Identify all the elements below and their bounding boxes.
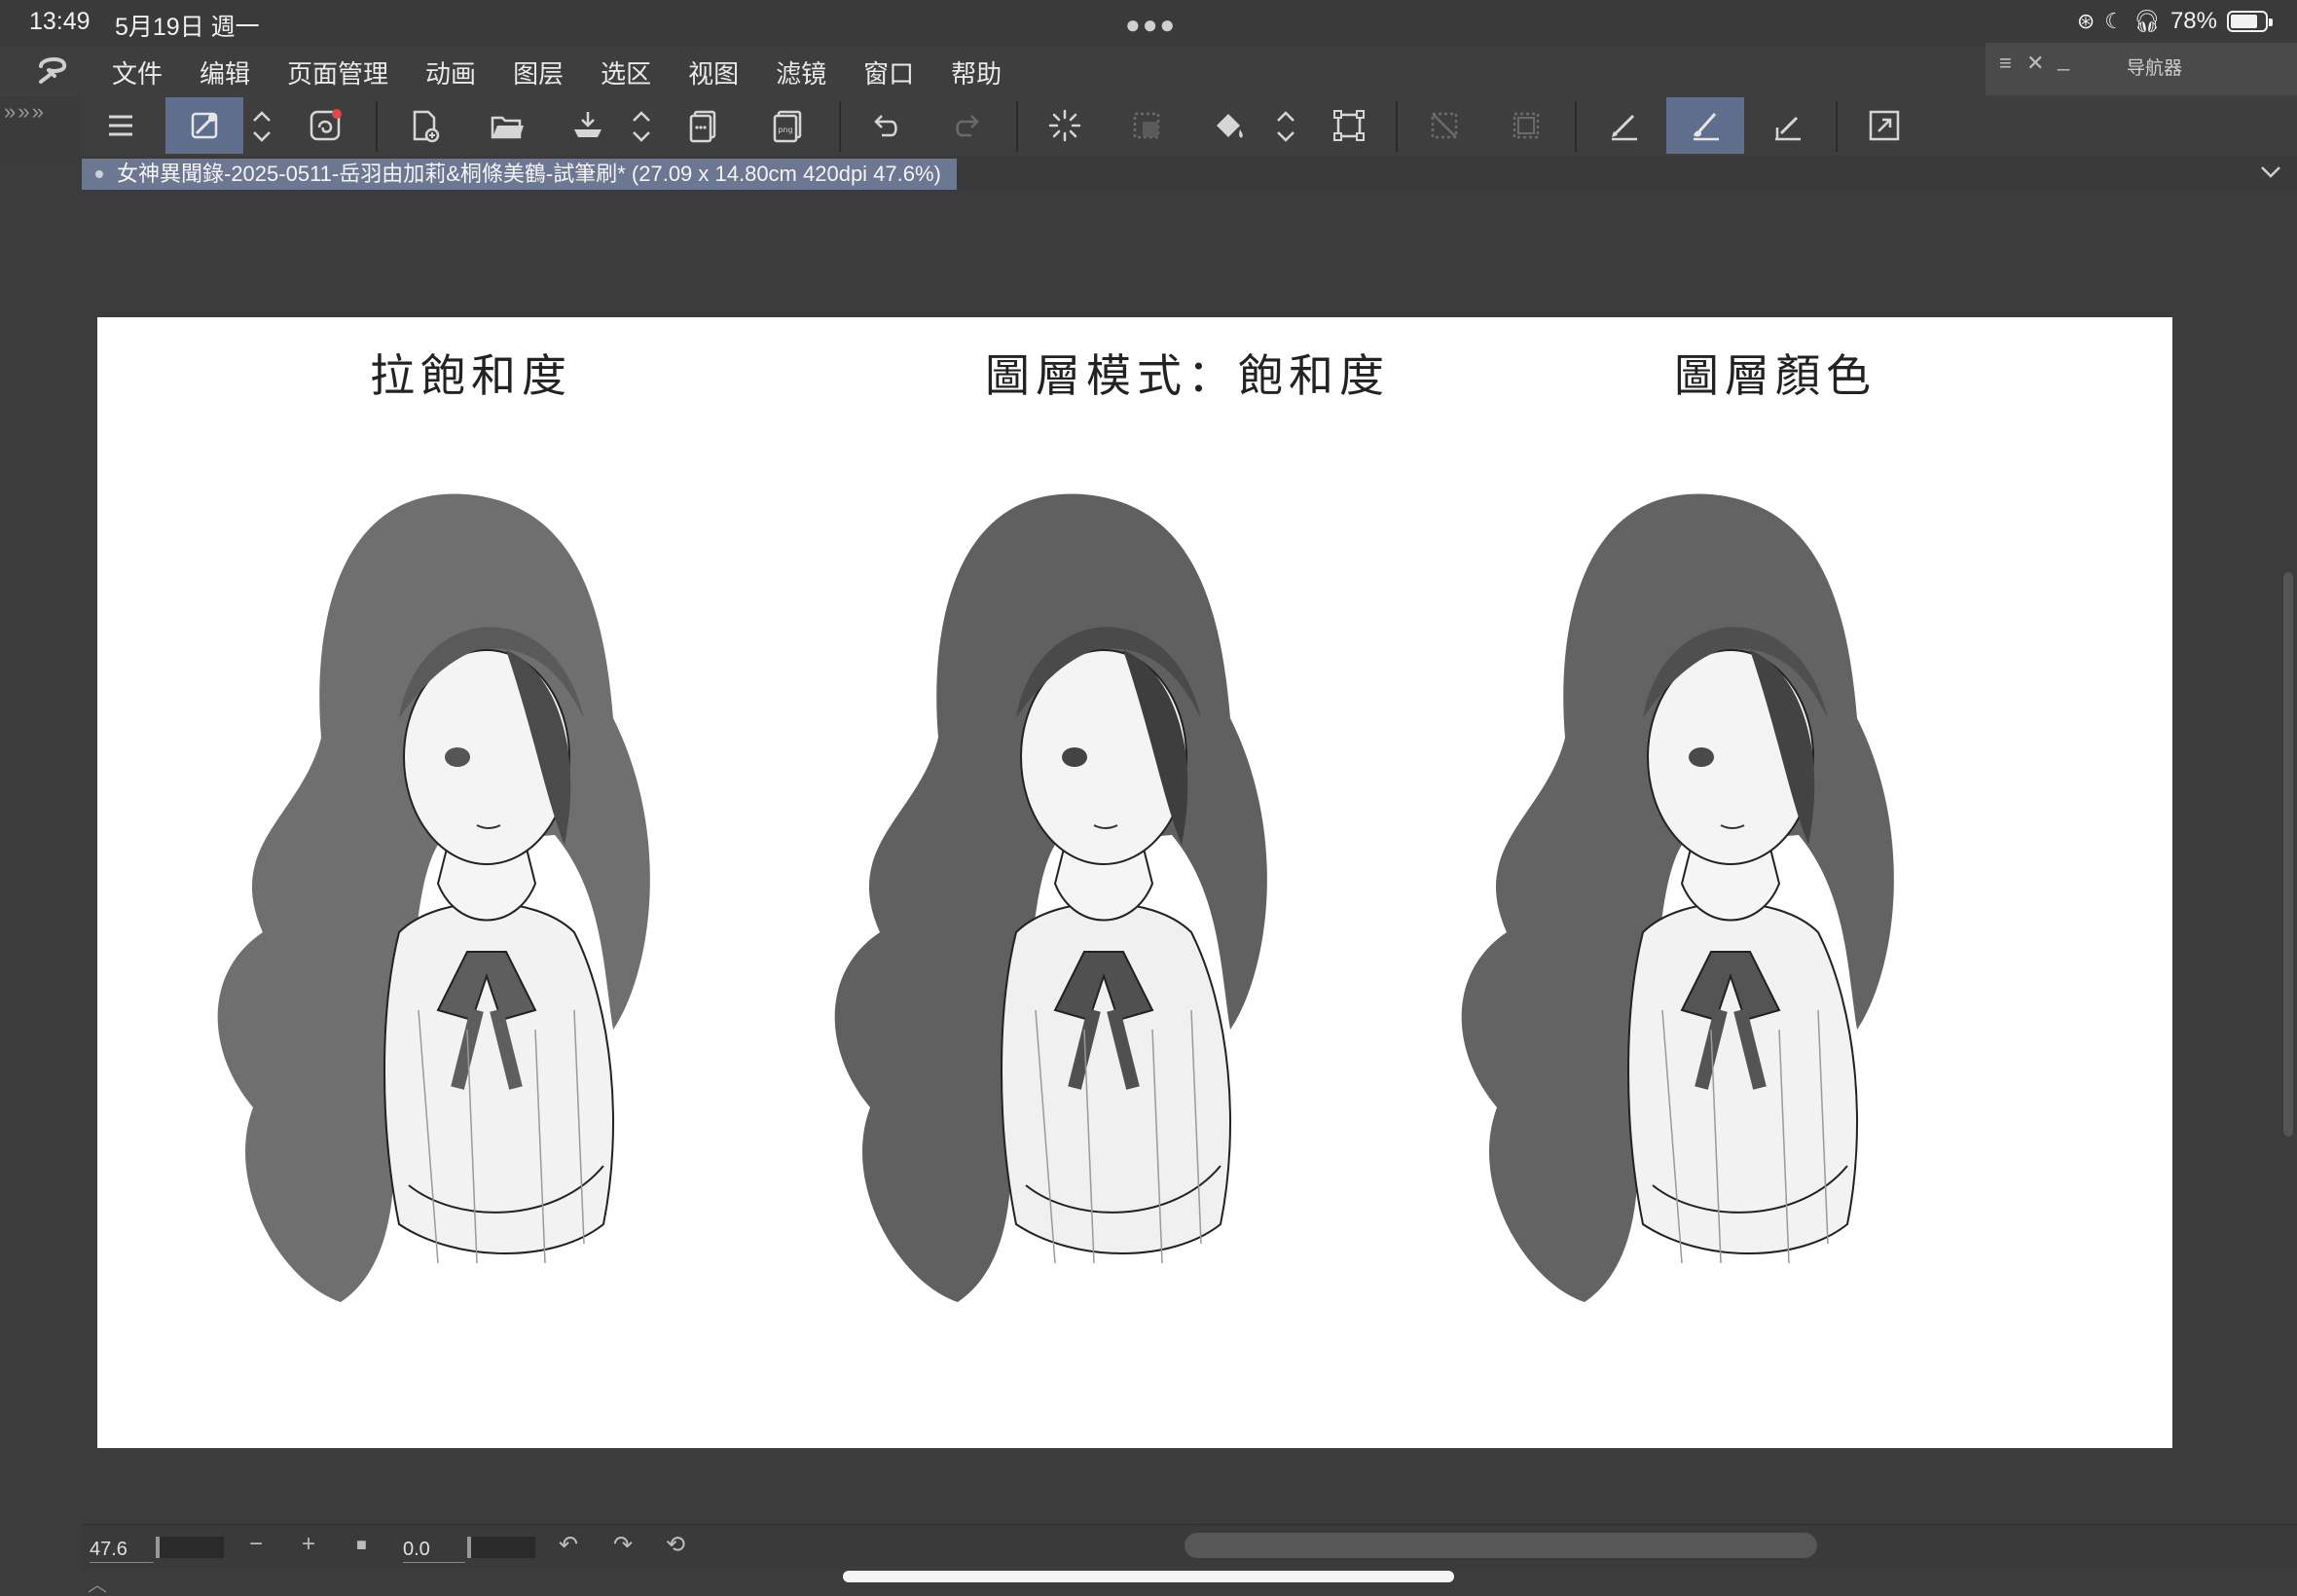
rotation-input[interactable]: 0.0 bbox=[403, 1533, 465, 1563]
save-options-icon[interactable] bbox=[627, 103, 656, 150]
command-bar: png bbox=[82, 95, 2297, 156]
horizontal-scrollbar[interactable] bbox=[1185, 1533, 1817, 1558]
fill-options-icon[interactable] bbox=[1271, 103, 1300, 150]
bottom-status-bar: 47.6 − + ■ 0.0 ↶ ↷ ⟲ bbox=[82, 1524, 2297, 1570]
unsaved-dot-icon bbox=[95, 170, 103, 178]
home-indicator[interactable] bbox=[843, 1571, 1454, 1582]
close-icon[interactable]: ✕ bbox=[2026, 51, 2044, 76]
transform-icon[interactable] bbox=[1310, 97, 1388, 154]
canvas-page[interactable]: 拉飽和度 圖層模式：飽和度 圖層顏色 bbox=[97, 317, 2172, 1448]
menu-item[interactable]: 文件 bbox=[112, 54, 178, 91]
menu-icon[interactable] bbox=[82, 97, 160, 154]
export-icon[interactable] bbox=[666, 97, 744, 154]
panel-menu-icon[interactable]: ≡ bbox=[1999, 51, 2012, 76]
zoom-input[interactable]: 47.6 bbox=[90, 1533, 154, 1563]
chevron-down-icon[interactable] bbox=[2256, 158, 2285, 187]
battery-percent: 78% bbox=[2169, 8, 2217, 34]
select-all-icon[interactable] bbox=[1487, 97, 1565, 154]
menu-item[interactable]: 帮助 bbox=[951, 54, 1017, 91]
fill-icon[interactable] bbox=[1189, 97, 1267, 154]
left-collapse-strip: » » » bbox=[0, 95, 82, 163]
illustration-1 bbox=[146, 426, 779, 1341]
menu-item[interactable]: 视图 bbox=[688, 54, 754, 91]
navigator-panel: ≡ ✕ _ 导航器 bbox=[1986, 43, 2297, 96]
status-time: 13:49 bbox=[29, 8, 91, 35]
menu-item[interactable]: 动画 bbox=[425, 54, 492, 91]
svg-text:png: png bbox=[778, 126, 792, 134]
minimize-icon[interactable]: _ bbox=[2058, 47, 2069, 72]
fit-button[interactable]: ■ bbox=[356, 1535, 367, 1555]
vertical-scrollbar[interactable] bbox=[2283, 572, 2293, 1137]
menu-item[interactable]: 窗口 bbox=[863, 54, 930, 91]
loading-icon[interactable] bbox=[1026, 97, 1104, 154]
companion-icon[interactable] bbox=[286, 97, 364, 154]
chevron-up-icon[interactable]: ︿ bbox=[88, 1569, 107, 1596]
canvas-area[interactable]: 拉飽和度 圖層模式：飽和度 圖層顏色 bbox=[82, 193, 2297, 1524]
new-file-icon[interactable] bbox=[385, 97, 463, 154]
menu-bar: 文件 编辑 页面管理 动画 图层 选区 视图 滤镜 窗口 帮助 bbox=[0, 47, 2297, 95]
rotation-slider[interactable] bbox=[467, 1537, 535, 1558]
caption-layer-color: 圖層顏色 bbox=[1674, 349, 1877, 402]
orientation-lock-icon: ⊛ bbox=[2076, 9, 2096, 33]
menu-item[interactable]: 页面管理 bbox=[287, 54, 404, 91]
ios-status-bar: 13:49 5月19日 週一 ●●● ⊛ ☾ 🎧︎ 78% bbox=[0, 0, 2297, 47]
expand-panels-icon[interactable]: » » » bbox=[4, 99, 44, 125]
multitasking-dots-icon[interactable]: ●●● bbox=[1125, 10, 1177, 40]
illustration-2 bbox=[763, 426, 1396, 1341]
rotate-left-button[interactable]: ↶ bbox=[559, 1531, 578, 1559]
navigator-title: 导航器 bbox=[2127, 58, 2183, 79]
menu-item[interactable]: 选区 bbox=[601, 54, 667, 91]
undo-icon[interactable] bbox=[847, 97, 925, 154]
redo-icon[interactable] bbox=[929, 97, 1006, 154]
pen-tool-icon[interactable] bbox=[1585, 97, 1662, 154]
deselect-icon[interactable] bbox=[1405, 97, 1483, 154]
menu-item[interactable]: 编辑 bbox=[200, 54, 266, 91]
document-tab-bar: 女神異聞錄-2025-0511-岳羽由加莉&桐條美鶴-試筆刷* (27.09 x… bbox=[82, 156, 2297, 193]
girl-illustration-image bbox=[217, 493, 650, 1302]
clip-studio-logo-icon[interactable] bbox=[35, 53, 70, 88]
caption-layer-mode-saturation: 圖層模式：飽和度 bbox=[985, 349, 1390, 402]
zoom-out-button[interactable]: − bbox=[249, 1531, 263, 1558]
menu-item[interactable]: 图层 bbox=[513, 54, 579, 91]
open-file-icon[interactable] bbox=[467, 97, 545, 154]
status-right: ⊛ ☾ 🎧︎ 78% bbox=[2076, 8, 2273, 35]
fullscreen-icon[interactable] bbox=[1845, 97, 1923, 154]
status-date: 5月19日 週一 bbox=[115, 14, 260, 41]
girl-illustration-image bbox=[1461, 493, 1894, 1302]
ruler-tool-icon[interactable] bbox=[1748, 97, 1826, 154]
crop-icon[interactable] bbox=[1108, 97, 1185, 154]
tool-switch-icon[interactable] bbox=[247, 103, 276, 150]
eyedropper-tool-icon[interactable] bbox=[165, 97, 243, 154]
girl-illustration-image bbox=[834, 493, 1267, 1302]
menu-item[interactable]: 滤镜 bbox=[776, 54, 842, 91]
document-tab-title: 女神異聞錄-2025-0511-岳羽由加莉&桐條美鶴-試筆刷* (27.09 x… bbox=[117, 162, 941, 186]
rotate-right-button[interactable]: ↷ bbox=[613, 1531, 633, 1559]
brush-tool-icon[interactable] bbox=[1666, 97, 1744, 154]
zoom-slider[interactable] bbox=[156, 1537, 224, 1558]
menu-items: 文件 编辑 页面管理 动画 图层 选区 视图 滤镜 窗口 帮助 bbox=[112, 54, 1039, 91]
reset-rotation-button[interactable]: ⟲ bbox=[666, 1531, 685, 1559]
caption-saturation-adjust: 拉飽和度 bbox=[370, 349, 572, 402]
battery-icon bbox=[2227, 11, 2273, 32]
focus-icon: ☾ bbox=[2104, 9, 2125, 33]
zoom-in-button[interactable]: + bbox=[302, 1531, 315, 1558]
clip-studio-window: 13:49 5月19日 週一 ●●● ⊛ ☾ 🎧︎ 78% 文件 编辑 页面管理 动画… bbox=[0, 0, 2297, 1596]
export-png-icon[interactable]: png bbox=[749, 97, 827, 154]
document-tab[interactable]: 女神異聞錄-2025-0511-岳羽由加莉&桐條美鶴-試筆刷* (27.09 x… bbox=[82, 159, 957, 190]
save-icon[interactable] bbox=[549, 97, 627, 154]
illustration-3 bbox=[1390, 426, 2023, 1341]
headphones-icon: 🎧︎ bbox=[2133, 9, 2161, 33]
